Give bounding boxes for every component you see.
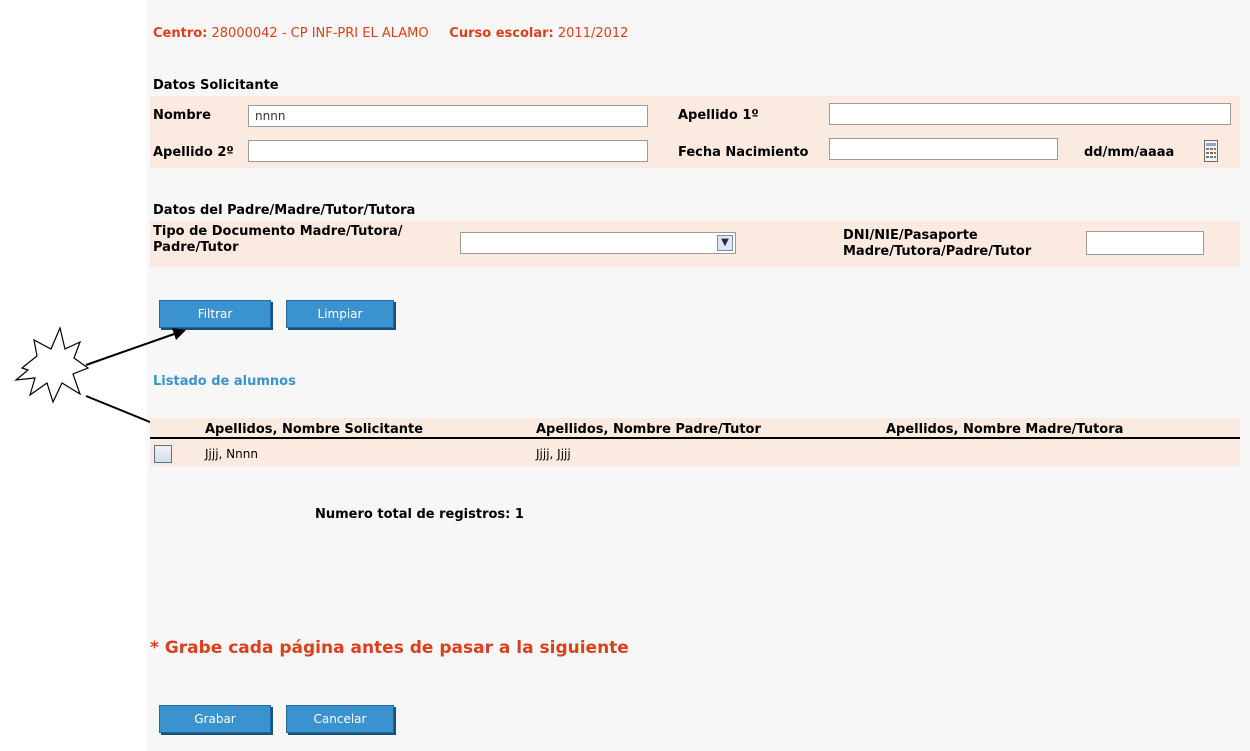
arrowhead-filtrar	[172, 328, 186, 340]
curso-label: Curso escolar:	[449, 26, 554, 41]
total-registros: Numero total de registros: 1	[315, 507, 524, 522]
nombre-label: Nombre	[153, 108, 211, 123]
curso-value: 2011/2012	[557, 26, 629, 41]
calendar-icon[interactable]	[1204, 140, 1218, 162]
apellido2-input[interactable]	[248, 140, 648, 162]
apellido1-input[interactable]	[829, 103, 1231, 125]
grabar-button[interactable]: Grabar	[159, 705, 271, 733]
col-header-solicitante: Apellidos, Nombre Solicitante	[205, 422, 424, 437]
fecha-format-hint: dd/mm/aaaa	[1084, 145, 1175, 160]
chevron-down-icon[interactable]: ▼	[717, 235, 733, 251]
nombre-input[interactable]	[248, 105, 648, 127]
apellido2-label: Apellido 2º	[153, 145, 234, 160]
centro-label: Centro:	[153, 26, 208, 41]
fecha-nacimiento-input[interactable]	[829, 138, 1058, 160]
arrow-to-filtrar	[85, 332, 178, 366]
col-header-madre: Apellidos, Nombre Madre/Tutora	[886, 422, 1124, 437]
row-padre: Jjjj, Jjjj	[536, 447, 571, 461]
save-warning: * Grabe cada página antes de pasar a la …	[150, 638, 629, 658]
dni-input[interactable]	[1086, 231, 1204, 255]
col-header-padre: Apellidos, Nombre Padre/Tutor	[536, 422, 761, 437]
fecha-nacimiento-label: Fecha Nacimiento	[678, 145, 809, 160]
table-header-divider	[150, 437, 1240, 439]
apellido1-label: Apellido 1º	[678, 108, 759, 123]
dni-label: DNI/NIE/Pasaporte Madre/Tutora/Padre/Tut…	[843, 228, 1032, 259]
limpiar-button[interactable]: Limpiar	[286, 300, 394, 328]
starburst-shape	[14, 326, 90, 404]
cancelar-button[interactable]: Cancelar	[286, 705, 394, 733]
padres-section-title: Datos del Padre/Madre/Tutor/Tutora	[153, 203, 416, 218]
solicitante-section-title: Datos Solicitante	[153, 78, 279, 93]
row-checkbox[interactable]	[154, 445, 172, 463]
tipo-documento-select[interactable]: ▼	[460, 232, 736, 254]
school-header: Centro: 28000042 - CP INF-PRI EL ALAMO C…	[153, 26, 628, 41]
listado-title: Listado de alumnos	[153, 374, 296, 389]
row-solicitante: Jjjj, Nnnn	[205, 447, 258, 461]
centro-value: 28000042 - CP INF-PRI EL ALAMO	[211, 26, 429, 41]
tipo-documento-label: Tipo de Documento Madre/Tutora/ Padre/Tu…	[153, 224, 403, 255]
